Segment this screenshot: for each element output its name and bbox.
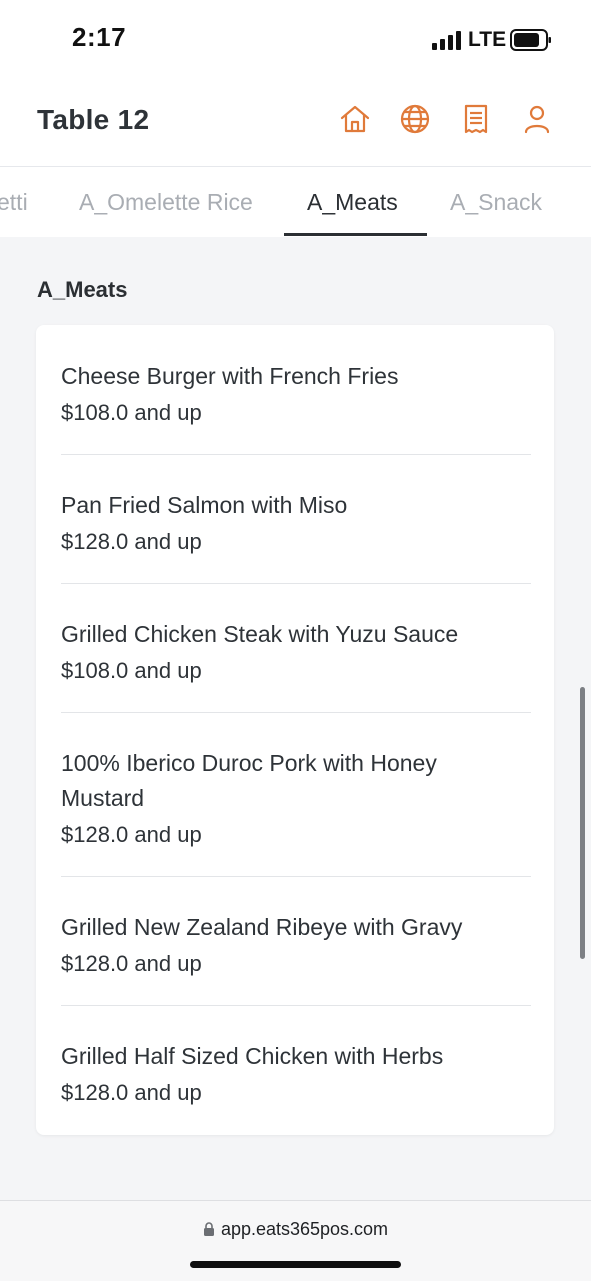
item-name: Cheese Burger with French Fries — [61, 363, 399, 389]
home-indicator[interactable] — [190, 1261, 401, 1268]
battery-icon — [510, 29, 551, 51]
menu-item[interactable]: Cheese Burger with French Fries $108.0 a… — [61, 359, 531, 428]
tab-a-spaghetti[interactable]: etti — [0, 189, 28, 216]
menu-item[interactable]: 100% Iberico Duroc Pork with Honey Musta… — [61, 746, 531, 850]
divider — [61, 1005, 531, 1006]
browser-bar: app.eats365pos.com — [0, 1200, 591, 1281]
divider — [61, 583, 531, 584]
item-price: $128.0 and up — [61, 951, 202, 976]
item-price: $128.0 and up — [61, 1080, 202, 1105]
divider — [61, 454, 531, 455]
home-icon[interactable] — [338, 102, 372, 136]
signal-icon — [432, 31, 461, 50]
item-name: 100% Iberico Duroc Pork with Honey Musta… — [61, 750, 437, 811]
item-name: Grilled Half Sized Chicken with Herbs — [61, 1043, 444, 1069]
item-price: $108.0 and up — [61, 658, 202, 683]
menu-item[interactable]: Grilled Chicken Steak with Yuzu Sauce $1… — [61, 617, 531, 686]
tab-a-omelette-rice[interactable]: A_Omelette Rice — [79, 189, 253, 216]
section-title: A_Meats — [37, 277, 128, 302]
menu-item[interactable]: Grilled Half Sized Chicken with Herbs $1… — [61, 1039, 531, 1108]
item-name: Pan Fried Salmon with Miso — [61, 492, 348, 518]
item-price: $108.0 and up — [61, 400, 202, 425]
active-tab-indicator — [284, 233, 427, 236]
app-header: Table 12 — [0, 80, 591, 167]
item-name: Grilled Chicken Steak with Yuzu Sauce — [61, 621, 459, 647]
item-name: Grilled New Zealand Ribeye with Gravy — [61, 914, 463, 940]
lock-icon — [203, 1222, 214, 1236]
url-field[interactable]: app.eats365pos.com — [0, 1219, 591, 1240]
status-bar: 2:17 LTE — [0, 0, 591, 80]
divider — [61, 876, 531, 877]
divider — [61, 712, 531, 713]
item-price: $128.0 and up — [61, 822, 202, 847]
url-text: app.eats365pos.com — [220, 1219, 389, 1239]
item-price: $128.0 and up — [61, 529, 202, 554]
menu-item[interactable]: Pan Fried Salmon with Miso $128.0 and up — [61, 488, 531, 557]
menu-card: Cheese Burger with French Fries $108.0 a… — [36, 325, 554, 1135]
category-tabs: etti A_Omelette Rice A_Meats A_Snack — [0, 167, 591, 237]
tab-a-meats[interactable]: A_Meats — [307, 189, 398, 216]
menu-item[interactable]: Grilled New Zealand Ribeye with Gravy $1… — [61, 910, 531, 979]
status-time: 2:17 — [72, 22, 127, 52]
scrollbar[interactable] — [580, 687, 585, 959]
tab-a-snack[interactable]: A_Snack — [450, 189, 542, 216]
page-title: Table 12 — [37, 104, 150, 135]
user-icon[interactable] — [520, 102, 554, 136]
network-label: LTE — [468, 28, 507, 51]
receipt-icon[interactable] — [459, 102, 493, 136]
globe-icon[interactable] — [398, 102, 432, 136]
menu-content: A_Meats Cheese Burger with French Fries … — [0, 237, 591, 1200]
